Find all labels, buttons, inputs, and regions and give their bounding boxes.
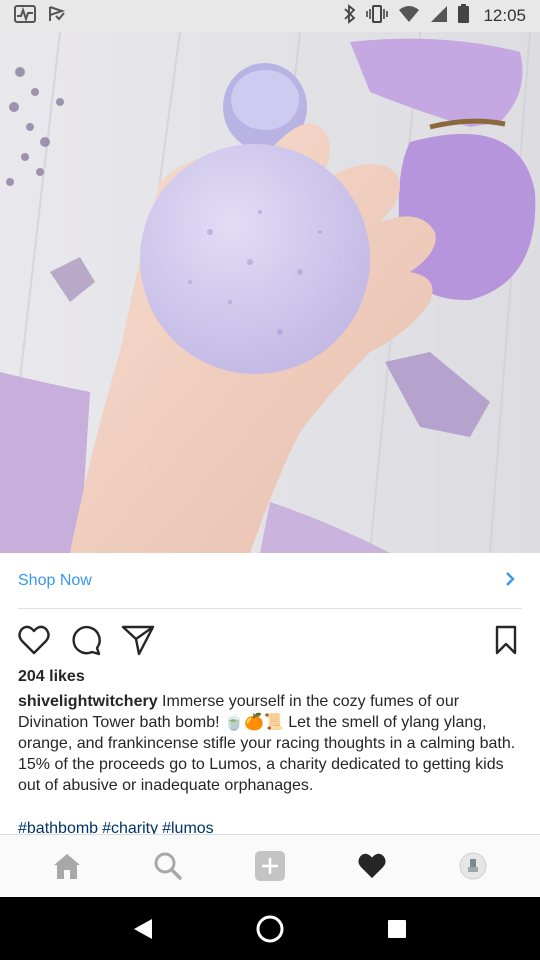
post-photo[interactable] xyxy=(0,32,540,553)
battery-icon xyxy=(458,4,470,28)
divider xyxy=(18,608,522,609)
check-flag-icon xyxy=(48,5,66,28)
comment-icon[interactable] xyxy=(68,622,104,658)
activity-icon xyxy=(14,4,36,28)
hashtag-link[interactable]: #charity xyxy=(102,820,158,834)
shop-now-label: Shop Now xyxy=(18,572,92,589)
home-icon[interactable] xyxy=(47,846,87,886)
back-icon[interactable] xyxy=(123,909,163,949)
android-nav-bar xyxy=(0,897,540,960)
shop-now-link[interactable]: Shop Now xyxy=(0,553,540,609)
add-icon[interactable] xyxy=(250,846,290,886)
status-time: 12:05 xyxy=(483,6,526,25)
bluetooth-icon xyxy=(344,3,356,29)
signal-icon xyxy=(430,5,448,28)
hashtag-link[interactable]: #lumos xyxy=(162,820,214,834)
likes-count[interactable]: 204 likes xyxy=(18,668,85,686)
like-heart-icon[interactable] xyxy=(16,622,52,658)
caption: shivelightwitchery Immerse yourself in t… xyxy=(18,691,524,796)
bottom-nav xyxy=(0,834,540,897)
caption-username[interactable]: shivelightwitchery xyxy=(18,693,158,710)
chevron-right-icon xyxy=(504,571,516,592)
post-actions xyxy=(16,620,524,660)
status-bar: 12:05 xyxy=(0,0,540,32)
profile-icon[interactable] xyxy=(453,846,493,886)
hashtag-link[interactable]: #bathbomb xyxy=(18,820,98,834)
search-icon[interactable] xyxy=(148,846,188,886)
wifi-icon xyxy=(398,5,420,28)
home-button-icon[interactable] xyxy=(250,909,290,949)
caption-emoji: 🍵🍊📜 xyxy=(224,714,284,731)
heart-icon[interactable] xyxy=(352,846,392,886)
hashtags: #bathbomb #charity #lumos xyxy=(18,818,218,834)
vibrate-icon xyxy=(366,4,389,28)
recents-icon[interactable] xyxy=(377,909,417,949)
share-icon[interactable] xyxy=(120,622,156,658)
bookmark-icon[interactable] xyxy=(488,622,524,658)
